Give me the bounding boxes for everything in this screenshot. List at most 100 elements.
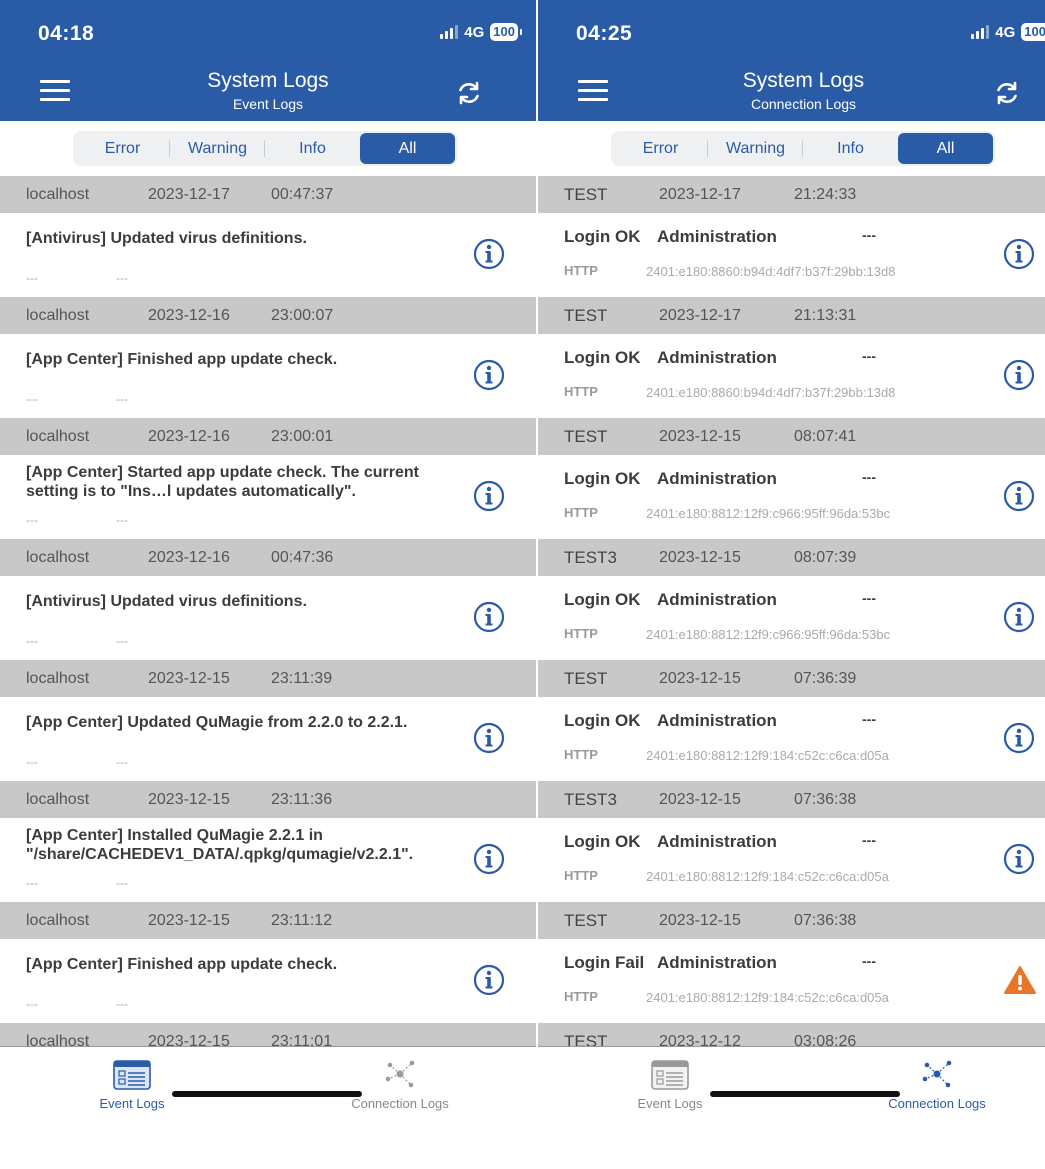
log-message: [Antivirus] Updated virus definitions.	[26, 230, 307, 247]
list-item[interactable]: [App Center] Installed QuMagie 2.2.1 in …	[0, 818, 536, 902]
tab-event-logs[interactable]: Event Logs	[32, 1057, 232, 1111]
info-icon[interactable]	[1003, 601, 1035, 633]
log-message: [Antivirus] Updated virus definitions.	[26, 593, 307, 610]
info-icon[interactable]	[473, 359, 505, 391]
login-protocol: HTTP	[564, 505, 598, 520]
login-ip-address: 2401:e180:8860:b94d:4df7:b37f:29bb:13d8	[646, 385, 896, 400]
login-status: Login OK	[564, 590, 641, 609]
connection-log-list[interactable]: TEST 2023-12-17 21:24:33 Login OK Administra…	[538, 176, 1045, 1046]
info-icon[interactable]	[473, 843, 505, 875]
info-icon[interactable]	[473, 238, 505, 270]
log-message: [App Center] Finished app update check.	[26, 351, 338, 368]
list-item[interactable]: [App Center] Updated QuMagie from 2.2.0 …	[0, 697, 536, 781]
refresh-button[interactable]	[992, 78, 1022, 108]
login-status: Login OK	[564, 348, 641, 367]
log-time: 23:00:01	[271, 427, 334, 445]
list-item[interactable]: [Antivirus] Updated virus definitions. --…	[0, 576, 536, 660]
log-user: ---	[26, 997, 38, 1011]
tab-connection-logs[interactable]: Connection Logs	[837, 1057, 1037, 1111]
login-app: ---	[862, 711, 876, 727]
home-indicator[interactable]	[710, 1091, 900, 1097]
log-group-header: localhost 2023-12-15 23:11:36	[0, 781, 536, 818]
log-source: ---	[116, 513, 128, 527]
bottom-tab-bar: Event Logs Connection Logs	[538, 1046, 1045, 1169]
login-app: ---	[862, 227, 876, 243]
tab-event-logs[interactable]: Event Logs	[570, 1057, 770, 1111]
filter-all[interactable]: All	[360, 133, 455, 164]
network-type: 4G	[464, 23, 485, 41]
log-source: ---	[116, 271, 128, 285]
tab-label: Event Logs	[637, 1096, 703, 1111]
filter-warning[interactable]: Warning	[708, 133, 803, 164]
log-time: 03:08:26	[794, 1032, 857, 1047]
info-icon[interactable]	[1003, 843, 1035, 875]
home-indicator[interactable]	[172, 1091, 362, 1097]
refresh-button[interactable]	[454, 78, 484, 108]
status-time: 04:18	[38, 22, 95, 45]
refresh-icon	[997, 81, 1017, 105]
log-time: 00:47:37	[271, 185, 334, 203]
log-date: 2023-12-15	[148, 669, 230, 687]
list-item[interactable]: Login Fail Administration --- HTTP 2401:e180…	[538, 939, 1045, 1023]
filter-info[interactable]: Info	[265, 133, 360, 164]
info-icon[interactable]	[473, 480, 505, 512]
list-item[interactable]: Login OK Administration --- HTTP 2401:e180:8…	[538, 576, 1045, 660]
login-protocol: HTTP	[564, 868, 598, 883]
list-item[interactable]: Login OK Administration --- HTTP 2401:e180:8…	[538, 334, 1045, 418]
list-item[interactable]: [App Center] Started app update check. T…	[0, 455, 536, 539]
network-type: 4G	[995, 23, 1016, 41]
info-icon[interactable]	[473, 722, 505, 754]
event-log-list[interactable]: localhost 2023-12-17 00:47:37 [Antivirus] U…	[0, 176, 536, 1046]
log-time: 21:24:33	[794, 185, 857, 203]
log-group-header: localhost 2023-12-15 23:11:01	[0, 1023, 536, 1046]
info-icon[interactable]	[1003, 722, 1035, 754]
calendar-list-icon	[113, 1060, 151, 1090]
warning-icon[interactable]	[1003, 964, 1036, 996]
network-nodes-icon	[922, 1060, 952, 1088]
bottom-tab-bar: Event Logs Connection Logs	[0, 1046, 536, 1169]
log-group-header: TEST 2023-12-15 07:36:38	[538, 902, 1045, 939]
info-icon[interactable]	[1003, 480, 1035, 512]
log-group-header: TEST3 2023-12-15 08:07:39	[538, 539, 1045, 576]
log-time: 07:36:38	[794, 790, 857, 808]
login-status: Login OK	[564, 469, 641, 488]
tab-connection-logs[interactable]: Connection Logs	[300, 1057, 500, 1111]
list-item[interactable]: Login OK Administration --- HTTP 2401:e180:8…	[538, 818, 1045, 902]
filter-warning[interactable]: Warning	[170, 133, 265, 164]
log-source: ---	[116, 755, 128, 769]
list-item[interactable]: [App Center] Finished app update check. -…	[0, 939, 536, 1023]
log-time: 07:36:39	[794, 669, 857, 687]
status-indicators: 4G 100	[971, 23, 1045, 41]
list-item[interactable]: [App Center] Finished app update check. -…	[0, 334, 536, 418]
log-host: TEST	[564, 1031, 608, 1047]
battery-level: 100	[1021, 23, 1045, 41]
filter-all[interactable]: All	[898, 133, 993, 164]
list-item[interactable]: Login OK Administration --- HTTP 2401:e180:8…	[538, 213, 1045, 297]
log-source: ---	[116, 997, 128, 1011]
filter-info[interactable]: Info	[803, 133, 898, 164]
filter-error[interactable]: Error	[75, 133, 170, 164]
log-group-header: TEST 2023-12-15 08:07:41	[538, 418, 1045, 455]
info-icon[interactable]	[473, 964, 505, 996]
list-item[interactable]: Login OK Administration --- HTTP 2401:e180:8…	[538, 455, 1045, 539]
filter-error[interactable]: Error	[613, 133, 708, 164]
log-time: 23:00:07	[271, 306, 334, 324]
info-icon[interactable]	[1003, 238, 1035, 270]
login-ip-address: 2401:e180:8812:12f9:184:c52c:c6ca:d05a	[646, 990, 889, 1005]
list-item[interactable]: [Antivirus] Updated virus definitions. --…	[0, 213, 536, 297]
login-protocol: HTTP	[564, 989, 598, 1004]
login-ip-address: 2401:e180:8860:b94d:4df7:b37f:29bb:13d8	[646, 264, 896, 279]
log-date: 2023-12-12	[659, 1032, 741, 1047]
login-user: Administration	[657, 348, 777, 367]
log-group-header: localhost 2023-12-17 00:47:37	[0, 176, 536, 213]
tab-label: Connection Logs	[888, 1096, 986, 1111]
log-user: ---	[26, 634, 38, 648]
list-item[interactable]: Login OK Administration --- HTTP 2401:e180:8…	[538, 697, 1045, 781]
info-icon[interactable]	[1003, 359, 1035, 391]
info-icon[interactable]	[473, 601, 505, 633]
login-protocol: HTTP	[564, 626, 598, 641]
login-user: Administration	[657, 469, 777, 488]
page-title: System Logs	[742, 69, 865, 92]
event-logs-screen: 04:18 4G 100 System Logs Event Logs Erro…	[0, 0, 536, 1169]
log-group-header: TEST 2023-12-12 03:08:26	[538, 1023, 1045, 1046]
